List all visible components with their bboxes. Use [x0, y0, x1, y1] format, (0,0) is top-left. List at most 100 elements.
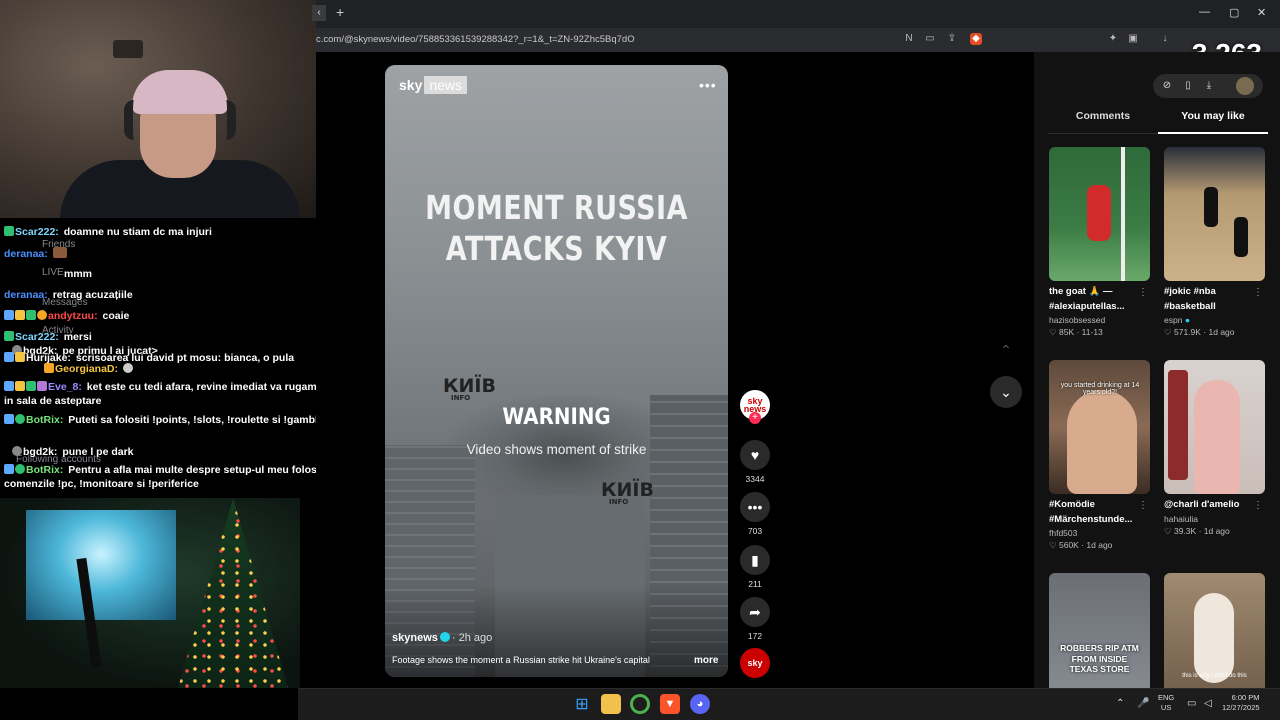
- author-avatar-button[interactable]: sky news +: [740, 390, 770, 424]
- tab-comments[interactable]: Comments: [1048, 110, 1158, 122]
- save-button[interactable]: ▮ 211: [740, 545, 770, 589]
- webcam-feed: [0, 0, 316, 218]
- card-more-icon[interactable]: ⋮: [1253, 287, 1263, 298]
- tab-scroll-left-icon[interactable]: ‹: [312, 5, 326, 21]
- previous-video-chevron-up-icon[interactable]: ⌃: [990, 334, 1022, 366]
- share-button[interactable]: ➦ 172: [740, 597, 770, 641]
- new-tab-button[interactable]: +: [336, 4, 344, 20]
- recommended-video-card[interactable]: #jokic #nba #basketball espn ● ♡ 571.9K …: [1164, 147, 1265, 338]
- comment-count: 703: [747, 526, 763, 536]
- video-thumbnail[interactable]: ROBBERS RIP ATM FROM INSIDE TEXAS STORE: [1049, 573, 1150, 688]
- emote-icon: [122, 363, 133, 373]
- user-icon: [12, 446, 22, 456]
- card-author[interactable]: hahaiulia: [1164, 514, 1265, 524]
- brave-shield-icon[interactable]: ◆: [970, 33, 982, 45]
- music-disc-button[interactable]: sky: [740, 648, 770, 678]
- caption-more-link[interactable]: more: [694, 655, 718, 666]
- video-player[interactable]: sky news ••• MOMENT RUSSIA ATTACKS KYIV К…: [385, 65, 728, 677]
- video-thumbnail[interactable]: this is why i don't do this: [1164, 573, 1265, 688]
- profile-avatar[interactable]: [1236, 77, 1254, 95]
- card-likes: 571.9K: [1173, 327, 1201, 338]
- maximize-button[interactable]: ▢: [1229, 6, 1239, 19]
- clock[interactable]: 6:00 PM 12/27/2025: [1222, 693, 1260, 713]
- like-button[interactable]: ♥ 3344: [740, 440, 770, 484]
- language-code: ENG: [1158, 693, 1175, 702]
- microphone-icon[interactable]: 🎤: [1137, 697, 1149, 710]
- cast-icon[interactable]: ▭: [924, 33, 936, 45]
- language-indicator[interactable]: ENG US: [1158, 693, 1174, 713]
- emote-icon: [37, 381, 47, 391]
- headline-line-2: ATTACKS KYIV: [445, 229, 668, 269]
- like-count: 3344: [745, 474, 765, 484]
- card-stats: ♡ 571.9K · 1d ago: [1164, 327, 1235, 338]
- video-more-options-icon[interactable]: •••: [699, 77, 717, 93]
- card-title[interactable]: #Komödie #Märchenstunde...: [1049, 498, 1150, 527]
- card-more-icon[interactable]: ⋮: [1138, 500, 1148, 511]
- chat-text: coaie: [102, 310, 130, 322]
- heart-icon[interactable]: ♥: [740, 440, 770, 470]
- card-likes: 39.3K: [1173, 525, 1197, 536]
- video-thumbnail[interactable]: [1164, 147, 1265, 281]
- card-author[interactable]: fhfd503: [1049, 528, 1150, 538]
- video-thumbnail[interactable]: [1164, 360, 1265, 494]
- card-date: 1d ago: [1086, 540, 1113, 551]
- card-more-icon[interactable]: ⋮: [1253, 500, 1263, 511]
- recommended-video-card[interactable]: you started drinking at 14 years old?! #…: [1049, 360, 1150, 551]
- next-video-chevron-down-icon[interactable]: ⌄: [990, 376, 1022, 408]
- verified-icon: [439, 632, 450, 642]
- warning-label: WARNING: [502, 405, 611, 430]
- card-title[interactable]: the goat 🙏 — #alexiaputellas...: [1049, 285, 1150, 314]
- downloads-icon[interactable]: ↓: [1159, 33, 1171, 45]
- tab-you-may-like[interactable]: You may like: [1158, 110, 1268, 134]
- recommended-video-card[interactable]: @charli d'amelio hahaiulia ♡ 39.3K · 1d …: [1164, 360, 1265, 537]
- clock-date: 12/27/2025: [1222, 702, 1260, 712]
- chrome-icon[interactable]: [630, 694, 650, 714]
- chat-badge-icon: [44, 363, 54, 373]
- follow-plus-icon[interactable]: +: [749, 412, 761, 424]
- file-explorer-icon[interactable]: [601, 694, 621, 714]
- brave-icon[interactable]: ▼: [660, 694, 680, 714]
- close-button[interactable]: ✕: [1257, 6, 1266, 19]
- windows-start-icon[interactable]: ⊞: [572, 694, 592, 714]
- video-thumbnail[interactable]: [1049, 147, 1150, 281]
- download-icon[interactable]: ⤓: [1203, 80, 1215, 92]
- tray-overflow-chevron-up-icon[interactable]: ⌃: [1116, 697, 1124, 710]
- chat-text: pune l pe dark: [62, 446, 134, 458]
- card-author[interactable]: espn ●: [1164, 315, 1265, 325]
- bookmark-icon[interactable]: ▮: [740, 545, 770, 575]
- browser-tab-strip: [316, 0, 1280, 28]
- headset: [124, 100, 236, 140]
- card-author[interactable]: hazisobsessed: [1049, 315, 1150, 325]
- sidebar-icon[interactable]: ▣: [1127, 33, 1139, 45]
- music-disc-icon[interactable]: sky: [740, 648, 770, 678]
- recommended-video-card[interactable]: this is why i don't do this: [1164, 573, 1265, 688]
- card-title[interactable]: @charli d'amelio: [1164, 498, 1265, 513]
- discord-icon[interactable]: ◕: [690, 694, 710, 714]
- extensions-icon[interactable]: ✦: [1107, 33, 1119, 45]
- keyboard-layout: US: [1160, 702, 1172, 712]
- comment-icon[interactable]: •••: [740, 492, 770, 522]
- network-icon[interactable]: ▭: [1187, 697, 1196, 710]
- author-name[interactable]: skynews: [392, 632, 438, 644]
- recommended-video-card[interactable]: ROBBERS RIP ATM FROM INSIDE TEXAS STORE: [1049, 573, 1150, 688]
- reader-mode-icon[interactable]: N: [903, 33, 915, 45]
- share-icon[interactable]: ⇪: [946, 33, 958, 45]
- recommended-video-card[interactable]: the goat 🙏 — #alexiaputellas... hazisobs…: [1049, 147, 1150, 338]
- comment-button[interactable]: ••• 703: [740, 492, 770, 536]
- chat-nick: Scar222:: [15, 226, 59, 238]
- video-thumbnail[interactable]: you started drinking at 14 years old?!: [1049, 360, 1150, 494]
- minimize-button[interactable]: —: [1199, 6, 1210, 18]
- share-arrow-icon[interactable]: ➦: [740, 597, 770, 627]
- card-title[interactable]: #jokic #nba #basketball: [1164, 285, 1265, 314]
- card-author-name[interactable]: espn: [1164, 315, 1182, 325]
- chat-badge-icon: [4, 381, 14, 391]
- card-stats: ♡ 39.3K · 1d ago: [1164, 525, 1230, 536]
- video-author[interactable]: skynews · 2h ago: [392, 632, 492, 644]
- volume-icon[interactable]: ◁: [1204, 697, 1212, 710]
- phone-icon[interactable]: ▯: [1182, 80, 1194, 92]
- chat-nick: BotRix:: [26, 414, 64, 426]
- compass-icon[interactable]: ⊘: [1161, 80, 1173, 92]
- thumbnail-caption: this is why i don't do this: [1182, 673, 1247, 679]
- url-text[interactable]: c.com/@skynews/video/758853361539288342?…: [316, 34, 635, 45]
- card-more-icon[interactable]: ⋮: [1138, 287, 1148, 298]
